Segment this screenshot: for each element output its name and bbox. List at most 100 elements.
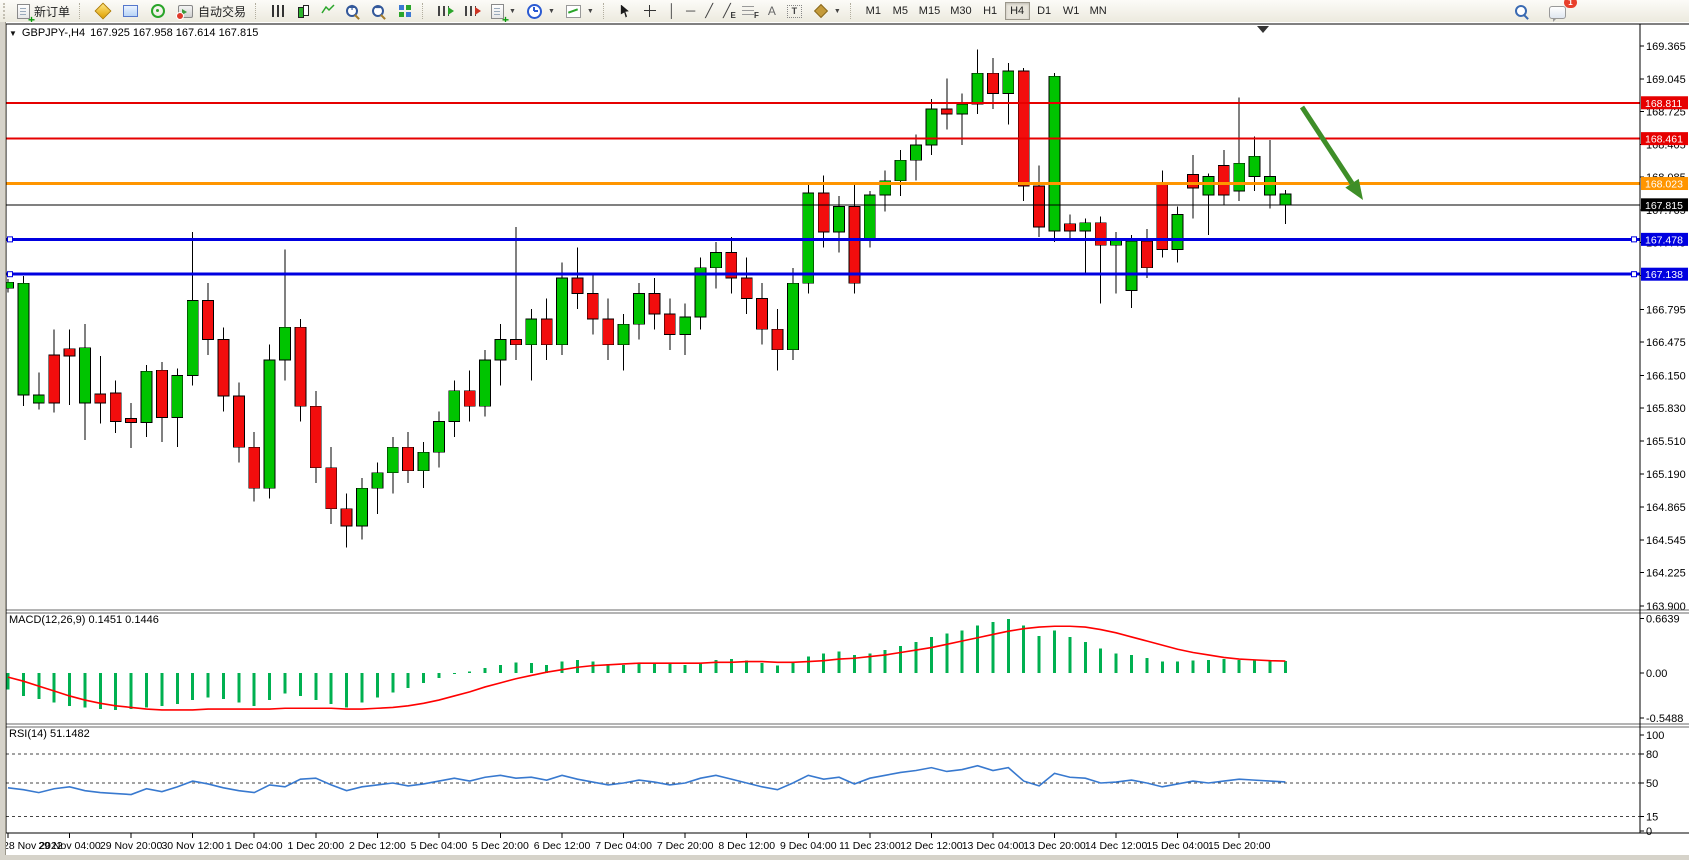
line-handle[interactable]	[8, 272, 13, 277]
separator	[422, 3, 429, 19]
symbol-dropdown-icon[interactable]: ▼	[9, 29, 17, 38]
zoom-in-icon: +	[346, 5, 358, 17]
chevron-down-icon: ▼	[509, 8, 516, 15]
rsi-tick-label: 80	[1646, 749, 1658, 761]
time-tick-label: 13 Dec 20:00	[1023, 840, 1086, 852]
price-badge-label: 168.811	[1645, 98, 1682, 110]
candlestick-chart-button[interactable]	[291, 1, 316, 21]
window-bottom-edge	[0, 855, 1689, 860]
auto-trading-icon	[178, 5, 193, 18]
text-label-icon: T	[787, 5, 802, 18]
auto-trading-button[interactable]: 自动交易	[172, 1, 251, 21]
chart-shift-icon	[465, 6, 476, 16]
chart-shift-button[interactable]	[459, 1, 486, 21]
auto-scroll-icon	[438, 6, 449, 16]
line-handle[interactable]	[8, 237, 13, 242]
trendline-tool[interactable]: ╱	[700, 1, 718, 21]
time-tick-label: 12 Dec 12:00	[900, 840, 963, 852]
line-handle[interactable]	[1632, 272, 1637, 277]
time-tick-label: 11 Dec 23:00	[839, 840, 901, 852]
timeframe-button-mn[interactable]: MN	[1086, 2, 1111, 20]
horizontal-line-icon: ─	[686, 4, 695, 18]
cursor-icon	[620, 5, 630, 18]
time-tick-label: 2 Dec 12:00	[349, 840, 406, 852]
chart-canvas[interactable]: 169.365169.045168.725168.405168.085167.7…	[0, 22, 1689, 860]
timeframe-button-d1[interactable]: D1	[1032, 2, 1057, 20]
timeframe-button-m1[interactable]: M1	[861, 2, 886, 20]
zoom-in-button[interactable]: +	[340, 1, 366, 21]
line-handle[interactable]	[1632, 237, 1637, 242]
price-badge-label: 168.461	[1645, 134, 1683, 146]
price-tick-label: 169.045	[1646, 74, 1686, 86]
ohlc-values-label: 167.925 167.958 167.614 167.815	[90, 27, 258, 39]
chevron-down-icon: ▼	[834, 8, 841, 15]
crosshair-tool-button[interactable]	[637, 1, 663, 21]
toolbar: 新订单 自动交易 + − ▼ ▼ ▼ │ ─ ╱ ╱ A T ▼	[0, 0, 1689, 23]
toolbar-grip[interactable]	[3, 3, 9, 19]
indicators-dropdown[interactable]: ▼	[560, 1, 599, 21]
new-order-icon	[17, 4, 30, 19]
separator	[255, 3, 262, 19]
separator	[79, 3, 86, 19]
arrows-icon	[814, 4, 828, 18]
zoom-out-icon: −	[372, 5, 384, 17]
mt4-window: 新订单 自动交易 + − ▼ ▼ ▼ │ ─ ╱ ╱ A T ▼	[0, 0, 1689, 860]
market-watch-button[interactable]	[89, 1, 117, 21]
timeframe-button-h1[interactable]: H1	[978, 2, 1003, 20]
price-badge-label: 167.138	[1645, 269, 1683, 281]
macd-tick-label: 0.00	[1646, 668, 1667, 680]
timeframe-button-m30[interactable]: M30	[946, 2, 975, 20]
time-tick-label: 14 Dec 12:00	[1085, 840, 1148, 852]
time-tick-label: 9 Dec 04:00	[780, 840, 837, 852]
signal-icon	[151, 4, 165, 18]
rsi-tick-label: 0	[1646, 826, 1652, 838]
chart-title: ▼ GBPJPY-,H4 167.925 167.958 167.614 167…	[9, 27, 258, 39]
time-tick-label: 5 Dec 20:00	[472, 840, 529, 852]
price-tick-label: 166.150	[1646, 370, 1686, 382]
zoom-out-button[interactable]: −	[366, 1, 392, 21]
signals-button[interactable]	[144, 1, 172, 21]
terminal-button[interactable]	[117, 1, 144, 21]
tile-windows-button[interactable]	[392, 1, 418, 21]
rsi-indicator-label: RSI(14) 51.1482	[9, 728, 90, 740]
timeframe-button-m5[interactable]: M5	[888, 2, 913, 20]
line-chart-icon	[321, 3, 335, 19]
time-tick-label: 15 Dec 20:00	[1208, 840, 1271, 852]
separator	[603, 3, 610, 19]
search-button[interactable]	[1510, 1, 1532, 21]
cursor-tool-button[interactable]	[613, 1, 637, 21]
periods-dropdown[interactable]: ▼	[521, 1, 560, 21]
price-tick-label: 165.510	[1646, 436, 1686, 448]
time-tick-label: 13 Dec 04:00	[962, 840, 1025, 852]
timeframe-button-m15[interactable]: M15	[915, 2, 944, 20]
time-tick-label: 1 Dec 20:00	[287, 840, 344, 852]
channel-tool[interactable]: ╱	[718, 1, 736, 21]
text-icon: A	[768, 4, 776, 18]
window-left-edge	[0, 22, 6, 860]
auto-scroll-button[interactable]	[432, 1, 459, 21]
clock-icon	[527, 4, 542, 19]
time-tick-label: 7 Dec 04:00	[595, 840, 652, 852]
time-tick-label: 8 Dec 12:00	[718, 840, 775, 852]
new-chart-dropdown[interactable]: ▼	[486, 1, 521, 21]
vertical-line-tool[interactable]: │	[663, 1, 681, 21]
price-tick-label: 166.795	[1646, 304, 1686, 316]
arrows-dropdown[interactable]: ▼	[808, 1, 846, 21]
timeframe-button-w1[interactable]: W1	[1059, 2, 1084, 20]
chevron-down-icon: ▼	[587, 8, 594, 15]
timeframe-button-h4[interactable]: H4	[1005, 2, 1030, 20]
horizontal-line-tool[interactable]: ─	[681, 1, 700, 21]
new-order-button[interactable]: 新订单	[12, 1, 75, 21]
notifications-button[interactable]: 1	[1544, 1, 1571, 21]
macd-tick-label: 0.6639	[1646, 614, 1680, 626]
fibonacci-tool[interactable]	[736, 1, 763, 21]
text-tool[interactable]: A	[763, 1, 781, 21]
symbol-period-label: GBPJPY-,H4	[22, 27, 85, 39]
time-tick-label: 6 Dec 12:00	[534, 840, 591, 852]
price-tick-label: 165.830	[1646, 403, 1686, 415]
text-label-tool[interactable]: T	[781, 1, 808, 21]
bar-chart-button[interactable]	[265, 1, 291, 21]
line-chart-button[interactable]	[316, 1, 340, 21]
crosshair-icon	[644, 5, 656, 17]
time-tick-label: 1 Dec 04:00	[226, 840, 283, 852]
